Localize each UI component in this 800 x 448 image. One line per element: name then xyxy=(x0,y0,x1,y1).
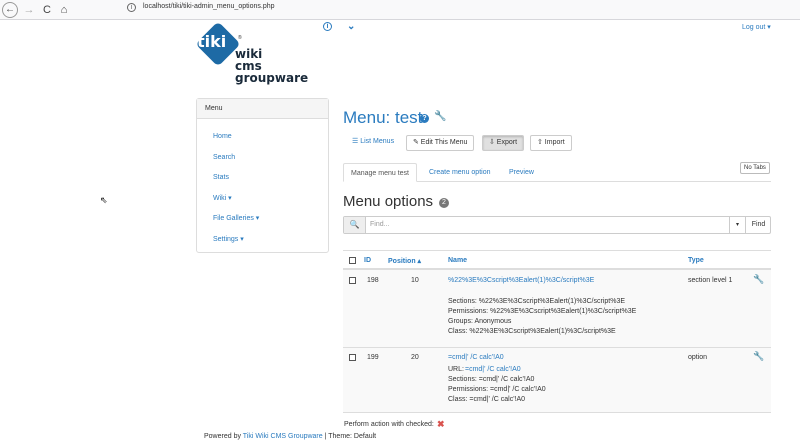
footer-suffix: | Theme: Default xyxy=(322,433,377,440)
row-id: 199 xyxy=(367,354,379,361)
header-id[interactable]: ID xyxy=(364,257,371,264)
sidebar-item-stats[interactable]: Stats xyxy=(213,174,229,181)
row-id: 198 xyxy=(367,277,379,284)
footer-prefix: Powered by xyxy=(204,433,243,440)
sidebar-item-wiki[interactable]: Wiki ▾ xyxy=(213,194,232,202)
page-title: Menu: test xyxy=(343,108,423,127)
no-tabs-button[interactable]: No Tabs xyxy=(740,162,770,174)
delete-icon[interactable]: ✖ xyxy=(437,419,445,430)
mouse-cursor-icon: ⇖ xyxy=(100,195,108,205)
list-menus-button[interactable]: ☰ List Menus xyxy=(346,135,401,151)
row-permissions: Permissions: =cmd|' /C calc'!A0 xyxy=(448,386,546,393)
options-count-badge: 2 xyxy=(439,198,449,208)
sidebar-item-search[interactable]: Search xyxy=(213,154,235,161)
edit-menu-button[interactable]: ✎ Edit This Menu xyxy=(406,135,475,151)
row-position: 10 xyxy=(411,277,419,284)
logo-tiki-text: tiki xyxy=(197,32,227,51)
sidebar-item-home[interactable]: Home xyxy=(213,133,232,140)
row-name[interactable]: =cmd|' /C calc'!A0 xyxy=(448,354,504,361)
sidebar-item-file-galleries[interactable]: File Galleries ▾ xyxy=(213,214,259,222)
chevron-down-icon[interactable]: ⌄ xyxy=(347,21,355,32)
search-icon: 🔍 xyxy=(344,217,366,233)
row-url-label: URL: xyxy=(448,366,464,373)
tab-manage-menu[interactable]: Manage menu test xyxy=(343,163,417,182)
import-button[interactable]: ⇧ Import xyxy=(530,135,572,151)
search-group: 🔍 Find... ▾ Find xyxy=(343,216,771,234)
tab-preview[interactable]: Preview xyxy=(502,163,541,182)
perform-action-label: Perform action with checked: xyxy=(344,421,434,428)
forward-icon[interactable]: → xyxy=(21,2,37,18)
home-icon[interactable]: ⌂ xyxy=(56,2,72,18)
row-class: Class: =cmd|' /C calc'!A0 xyxy=(448,396,526,403)
menu-options-heading: Menu options xyxy=(343,193,434,210)
header-position[interactable]: Position ▴ xyxy=(388,257,421,265)
row-type: section level 1 xyxy=(688,277,733,284)
header-type[interactable]: Type xyxy=(688,257,704,264)
header-name[interactable]: Name xyxy=(448,257,467,264)
row-permissions: Permissions: %22%3E%3Cscript%3Ealert(1)%… xyxy=(448,308,637,315)
sidebar-title: Menu xyxy=(197,99,328,119)
row-type: option xyxy=(688,354,708,361)
tab-bar: Manage menu test Create menu option Prev… xyxy=(343,163,771,182)
row-groups: Groups: Anonymous xyxy=(448,318,512,325)
address-bar[interactable]: localhost/tiki/tiki-admin_menu_options.p… xyxy=(143,3,275,10)
footer: Powered by Tiki Wiki CMS Groupware | The… xyxy=(204,433,376,440)
reload-icon[interactable]: C xyxy=(39,2,55,18)
select-all-checkbox[interactable] xyxy=(349,257,356,264)
wrench-icon[interactable]: 🔧 xyxy=(753,351,764,362)
row-checkbox[interactable] xyxy=(349,354,356,361)
back-icon[interactable]: ← xyxy=(2,2,18,18)
sidebar-menu: Menu Home Search Stats Wiki ▾ File Galle… xyxy=(196,98,329,253)
table-row: 198 10 %22%3E%3Cscript%3Ealert(1)%3C/scr… xyxy=(343,270,771,348)
search-input[interactable]: Find... xyxy=(370,221,389,228)
info-icon[interactable]: i xyxy=(127,3,136,12)
logout-link[interactable]: Log out ▾ xyxy=(742,23,771,31)
export-button[interactable]: ⇩ Export xyxy=(482,135,525,151)
tab-create-option[interactable]: Create menu option xyxy=(422,163,497,182)
row-name[interactable]: %22%3E%3Cscript%3Ealert(1)%3C/script%3E xyxy=(448,277,594,284)
row-sections: Sections: %22%3E%3Cscript%3Ealert(1)%3C/… xyxy=(448,298,626,305)
help-icon[interactable]: ? xyxy=(420,114,429,123)
wrench-icon[interactable]: 🔧 xyxy=(753,274,764,285)
table-row: 199 20 =cmd|' /C calc'!A0 option 🔧 URL: … xyxy=(343,348,771,413)
footer-link[interactable]: Tiki Wiki CMS Groupware xyxy=(243,433,323,440)
browser-toolbar: ← → C ⌂ i localhost/tiki/tiki-admin_menu… xyxy=(0,0,800,20)
row-class: Class: %22%3E%3Cscript%3Ealert(1)%3C/scr… xyxy=(448,328,616,335)
logo-text: wiki cms groupware xyxy=(235,48,308,84)
tiki-logo[interactable]: tiki ® wiki cms groupware xyxy=(195,21,336,92)
find-button[interactable]: Find xyxy=(745,217,771,233)
logo-groupware: groupware xyxy=(235,71,309,85)
row-sections: Sections: =cmd|' /C calc'!A0 xyxy=(448,376,535,383)
search-options-caret[interactable]: ▾ xyxy=(729,217,745,233)
table-header: ID Position ▴ Name Type xyxy=(343,250,771,270)
wrench-icon[interactable]: 🔧 xyxy=(434,111,446,122)
sidebar-item-settings[interactable]: Settings ▾ xyxy=(213,235,244,243)
logo-registered: ® xyxy=(238,35,242,41)
row-url[interactable]: =cmd|' /C calc'!A0 xyxy=(465,366,521,373)
row-checkbox[interactable] xyxy=(349,277,356,284)
row-position: 20 xyxy=(411,354,419,361)
menu-options-table: ID Position ▴ Name Type 198 10 %22%3E%3C… xyxy=(343,250,771,413)
